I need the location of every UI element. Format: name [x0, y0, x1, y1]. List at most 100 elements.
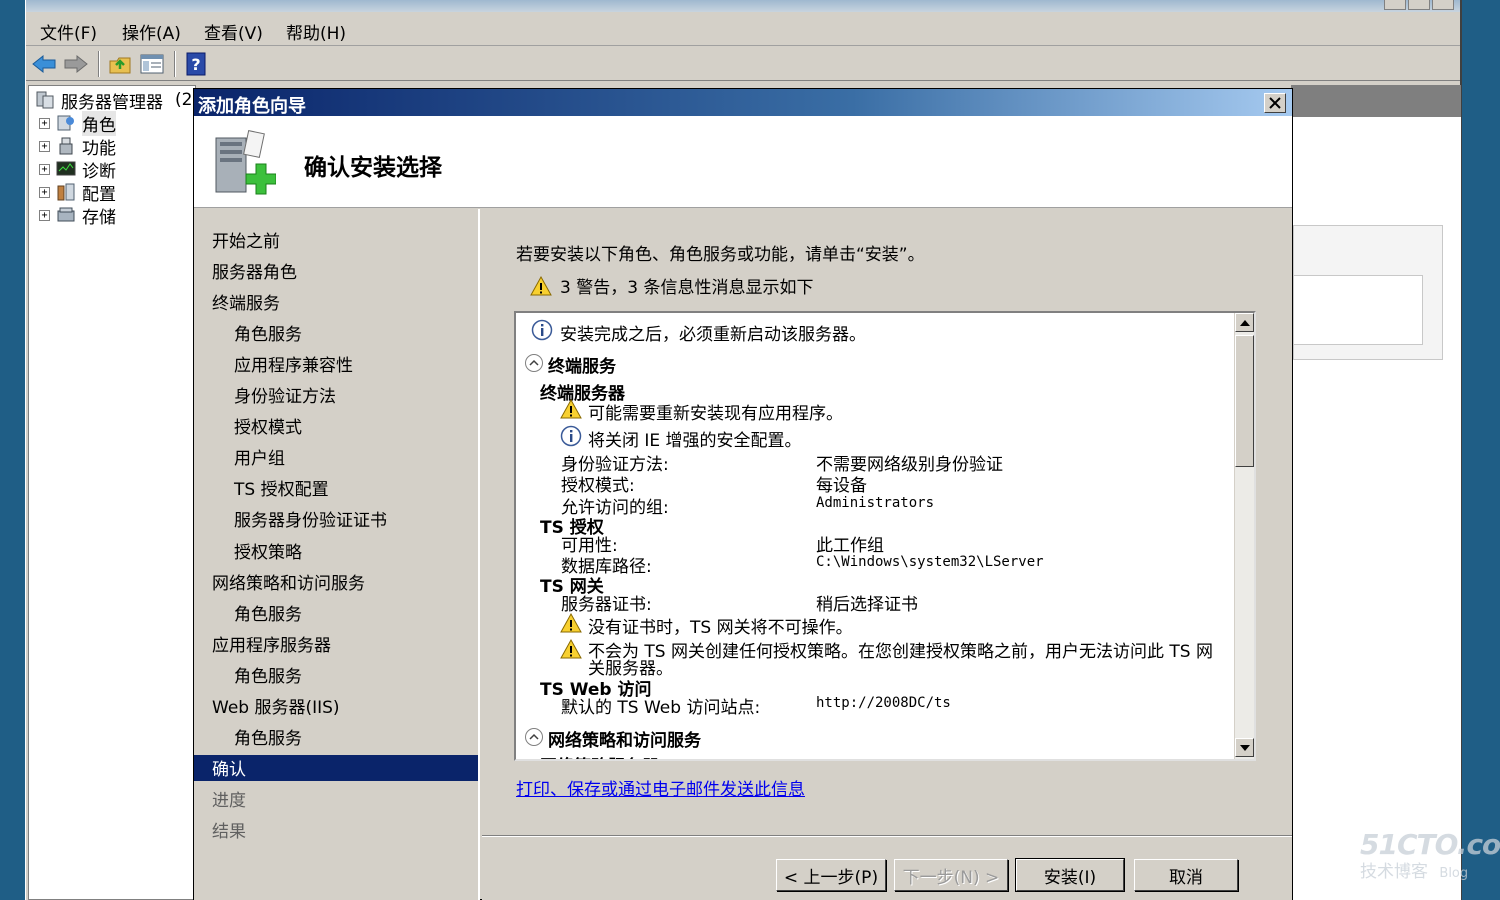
minimize-button[interactable]: [1384, 0, 1406, 10]
wizard-content: 若要安装以下角色、角色服务或功能，请单击“安装”。 3 警告，3 条信息性消息显…: [482, 209, 1292, 900]
storage-icon: [57, 207, 75, 222]
scroll-down-button[interactable]: [1235, 738, 1254, 757]
licensing-mode-value: 每设备: [816, 476, 867, 496]
main-titlebar: [26, 0, 1460, 12]
expand-icon[interactable]: +: [39, 163, 50, 175]
console-tree: 服务器管理器 (20 + 角色 + 功能 + 诊断 + 配置 + 存储: [28, 85, 203, 900]
tree-item-storage[interactable]: + 存储: [39, 204, 116, 228]
watermark: 51CTO.com 技术博客 Blog: [1360, 828, 1500, 882]
wizard-step[interactable]: 网络策略和访问服务: [212, 568, 480, 594]
wizard-step[interactable]: 开始之前: [212, 226, 480, 252]
wizard-step[interactable]: 服务器角色: [212, 257, 480, 283]
collapse-section-icon[interactable]: [524, 727, 544, 747]
wizard-step[interactable]: 角色服务: [234, 599, 302, 625]
wizard-titlebar: 添加角色向导: [194, 89, 1292, 117]
warn-no-cert-text: 没有证书时，TS 网关将不可操作。: [588, 618, 853, 638]
wizard-step[interactable]: 身份验证方法: [234, 382, 336, 408]
results-pane-header: [1291, 85, 1461, 117]
collapse-section-icon[interactable]: [524, 353, 544, 373]
info-restart-text: 安装完成之后，必须重新启动该服务器。: [560, 325, 866, 345]
warning-icon: [560, 639, 582, 659]
scroll-thumb[interactable]: [1235, 335, 1254, 467]
wizard-step[interactable]: 服务器身份验证证书: [234, 506, 387, 532]
wizard-step[interactable]: 授权策略: [234, 537, 302, 563]
tree-item-label: 存储: [82, 207, 116, 228]
wizard-steps: 开始之前 服务器角色 终端服务 角色服务 应用程序兼容性 身份验证方法 授权模式 用户组 TS …: [194, 209, 480, 900]
warning-summary: 3 警告，3 条信息性消息显示如下: [530, 273, 813, 298]
back-button[interactable]: < 上一步(P): [776, 859, 886, 891]
wizard-header: 确认安装选择: [194, 116, 1292, 208]
wizard-step[interactable]: 角色服务: [234, 319, 302, 345]
watermark-sub: 技术博客: [1360, 862, 1428, 882]
wizard-step[interactable]: 应用程序兼容性: [234, 350, 353, 376]
show-hide-tree-icon[interactable]: [138, 51, 166, 77]
next-button[interactable]: 下一步(N) >: [894, 859, 1008, 891]
tree-item-label: 配置: [82, 184, 116, 205]
tree-item-label: 诊断: [82, 161, 116, 182]
wizard-title: 添加角色向导: [198, 96, 306, 117]
details-scrollbar[interactable]: [1234, 313, 1254, 759]
add-roles-wizard: 添加角色向导 确认安装选择 开始之前 服务器角色 终端服务 角色服务 应用程序兼容性 身份…: [193, 88, 1293, 900]
help-icon[interactable]: ?: [182, 51, 210, 77]
scroll-up-button[interactable]: [1235, 313, 1254, 332]
expand-icon[interactable]: +: [39, 140, 50, 152]
add-server-role-icon: [215, 130, 276, 195]
tree-item-features[interactable]: + 功能: [39, 135, 116, 159]
tree-item-roles[interactable]: + 角色: [39, 110, 116, 136]
close-window-button[interactable]: [1432, 0, 1454, 10]
warning-summary-text: 3 警告，3 条信息性消息显示如下: [560, 278, 814, 298]
tree-root-label: 服务器管理器: [61, 92, 163, 113]
wizard-step[interactable]: 确认: [194, 754, 478, 781]
section-ts-heading: 终端服务: [548, 357, 616, 377]
tree-item-diagnostics[interactable]: + 诊断: [39, 158, 116, 182]
wizard-step: 进度: [212, 791, 246, 812]
info-icon: [560, 425, 582, 447]
cancel-button[interactable]: 取消: [1134, 859, 1238, 891]
server-cert-label: 服务器证书:: [561, 595, 652, 615]
menu-file[interactable]: 文件(F): [40, 19, 97, 44]
close-button[interactable]: [1264, 93, 1286, 113]
menu-view[interactable]: 查看(V): [204, 19, 263, 44]
print-save-email-link[interactable]: 打印、保存或通过电子邮件发送此信息: [516, 775, 805, 800]
tree-item-configuration[interactable]: + 配置: [39, 181, 116, 205]
npas-partial-heading: 网络策略服务器: [540, 752, 659, 759]
back-arrow-icon[interactable]: [30, 51, 58, 77]
wizard-step[interactable]: 终端服务: [212, 288, 480, 314]
wizard-step[interactable]: 角色服务: [234, 661, 302, 687]
svg-text:?: ?: [191, 55, 200, 74]
results-panel-inner: [1293, 275, 1423, 345]
expand-icon[interactable]: +: [39, 209, 50, 221]
maximize-button[interactable]: [1408, 0, 1430, 10]
wizard-step[interactable]: TS 授权配置: [234, 475, 329, 501]
warning-icon: [560, 613, 582, 633]
info-icon: [531, 319, 553, 341]
warn-reinstall-text: 可能需要重新安装现有应用程序。: [588, 404, 843, 424]
warning-icon: [560, 399, 582, 419]
menu-action[interactable]: 操作(A): [122, 19, 181, 44]
toolbar: ?: [26, 47, 1460, 81]
up-folder-icon[interactable]: [106, 51, 134, 77]
wizard-step[interactable]: 用户组: [234, 444, 285, 470]
tree-root[interactable]: 服务器管理器 (20: [35, 89, 203, 113]
menu-help[interactable]: 帮助(H): [286, 19, 346, 44]
diagnostics-icon: [56, 161, 76, 176]
roles-icon: [57, 115, 74, 131]
warn-no-policy-text-1: 不会为 TS 网关创建任何授权策略。在您创建授权策略之前，用户无法访问此 TS …: [588, 642, 1213, 662]
wizard-step[interactable]: 角色服务: [234, 724, 302, 750]
configuration-icon: [57, 183, 75, 201]
install-button[interactable]: 安装(I): [1015, 858, 1125, 892]
expand-icon[interactable]: +: [39, 186, 50, 198]
warning-icon: [530, 275, 552, 295]
forward-arrow-icon[interactable]: [62, 51, 90, 77]
default-site-value: http://2008DC/ts: [816, 695, 951, 711]
tree-item-label: 功能: [82, 138, 116, 159]
close-icon: [1269, 97, 1281, 109]
expand-icon[interactable]: +: [39, 117, 50, 129]
wizard-step[interactable]: Web 服务器(IIS): [212, 693, 480, 719]
instruction-text: 若要安装以下角色、角色服务或功能，请单击“安装”。: [516, 245, 925, 265]
wizard-step[interactable]: 授权模式: [234, 413, 302, 439]
menubar: 文件(F) 操作(A) 查看(V) 帮助(H): [26, 14, 1460, 46]
scroll-up-icon: [1239, 319, 1250, 326]
wizard-step[interactable]: 应用程序服务器: [212, 630, 480, 656]
confirmation-details: 安装完成之后，必须重新启动该服务器。 终端服务 终端服务器 可能需要重新安装现有…: [514, 311, 1256, 761]
